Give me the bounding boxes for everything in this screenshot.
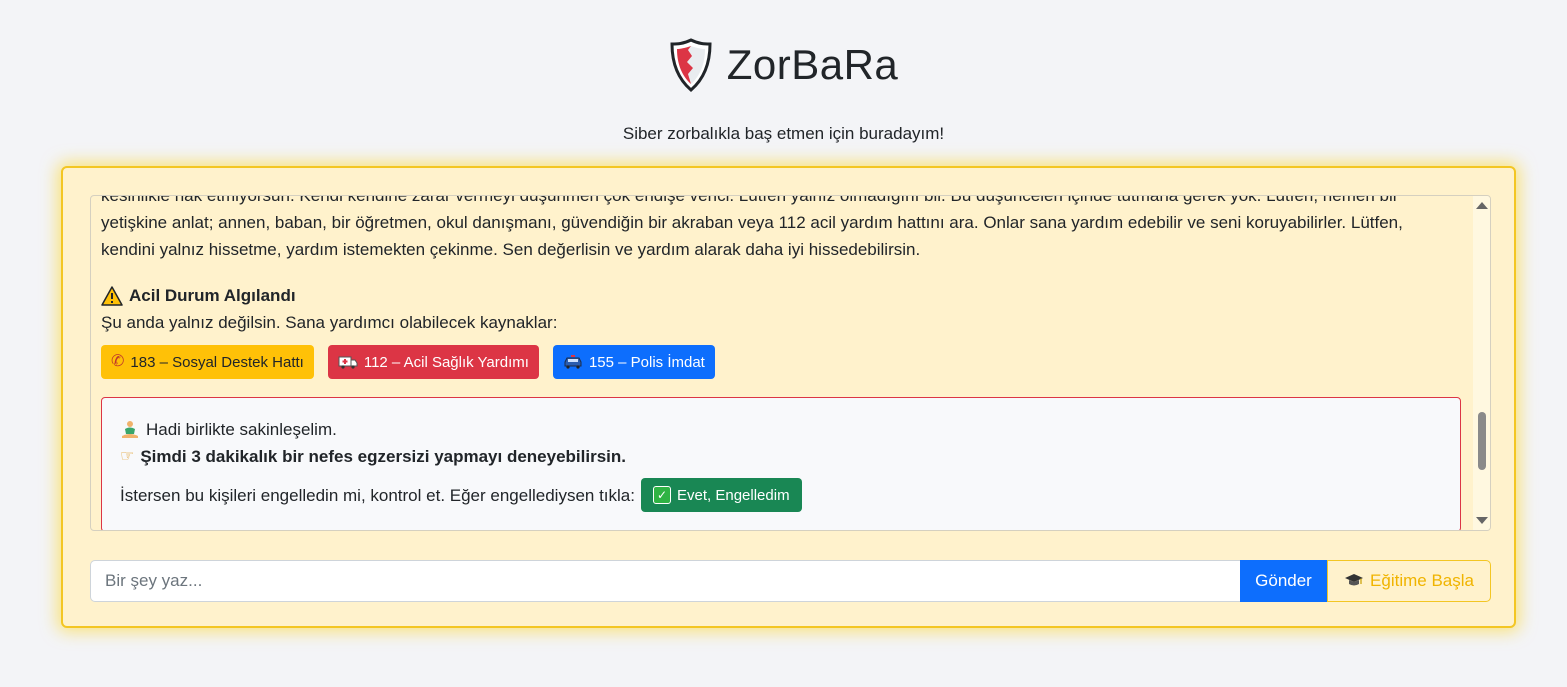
hotline-label: 112 – Acil Sağlık Yardımı bbox=[363, 353, 529, 371]
start-training-button[interactable]: Eğitime Başla bbox=[1327, 560, 1491, 602]
chat-messages[interactable]: kesinlikle hak etmiyorsun. Kendi kendine… bbox=[90, 195, 1491, 531]
message-composer: Gönder Eğitime Başla bbox=[90, 560, 1491, 602]
warning-icon bbox=[101, 285, 123, 306]
chat-scrollbar[interactable] bbox=[1473, 196, 1490, 530]
app-header: ZorBaRa bbox=[0, 38, 1567, 92]
emergency-alert-title: Acil Durum Algılandı bbox=[101, 282, 1465, 309]
confirm-blocked-button[interactable]: ✓ Evet, Engelledim bbox=[641, 478, 802, 512]
hotline-label: 183 – Sosyal Destek Hattı bbox=[130, 353, 304, 371]
message-text-line: kesinlikle hak etmiyorsun. Kendi kendine… bbox=[101, 195, 1399, 205]
calm-down-card: Hadi birlikte sakinleşelim. ☞ Şimdi 3 da… bbox=[101, 397, 1461, 530]
calm-intro: Hadi birlikte sakinleşelim. bbox=[120, 416, 1442, 443]
calm-line2-text: Şimdi 3 dakikalık bir nefes egzersizi ya… bbox=[140, 447, 626, 466]
resources-intro: Şu anda yalnız değilsin. Sana yardımcı o… bbox=[101, 313, 558, 332]
hotline-183-button[interactable]: ✆ 183 – Sosyal Destek Hattı bbox=[101, 345, 314, 379]
block-prompt-text: İstersen bu kişileri engelledin mi, kont… bbox=[120, 485, 635, 505]
breathing-suggestion: ☞ Şimdi 3 dakikalık bir nefes egzersizi … bbox=[120, 443, 1442, 470]
chat-panel: kesinlikle hak etmiyorsun. Kendi kendine… bbox=[61, 166, 1516, 628]
graduation-cap-icon bbox=[1345, 574, 1364, 586]
confirm-blocked-label: Evet, Engelledim bbox=[677, 486, 790, 504]
calm-line1-text: Hadi birlikte sakinleşelim. bbox=[146, 420, 337, 439]
send-button[interactable]: Gönder bbox=[1240, 560, 1327, 602]
message-text-line: kendini yalnız hissetme, yardım istemekt… bbox=[101, 240, 921, 259]
hotline-112-button[interactable]: 112 – Acil Sağlık Yardımı bbox=[327, 345, 539, 379]
app-title: ZorBaRa bbox=[726, 41, 899, 88]
message-input[interactable] bbox=[90, 560, 1240, 602]
scroll-up-arrow-icon[interactable] bbox=[1476, 202, 1488, 209]
ambulance-icon bbox=[338, 356, 358, 369]
bot-message: kesinlikle hak etmiyorsun. Kendi kendine… bbox=[101, 195, 1465, 530]
message-text-line: yetişkine anlat; annen, baban, bir öğret… bbox=[101, 213, 1403, 232]
shield-icon bbox=[670, 38, 712, 92]
start-training-label: Eğitime Başla bbox=[1370, 571, 1474, 590]
emergency-title-text: Acil Durum Algılandı bbox=[129, 286, 296, 305]
app-subtitle: Siber zorbalıkla baş etmen için buradayı… bbox=[622, 124, 945, 143]
scrollbar-thumb[interactable] bbox=[1478, 412, 1486, 470]
hotline-155-button[interactable]: 155 – Polis İmdat bbox=[552, 345, 715, 379]
scroll-down-arrow-icon[interactable] bbox=[1476, 517, 1488, 524]
block-check: İstersen bu kişileri engelledin mi, kont… bbox=[120, 478, 1442, 512]
police-car-icon bbox=[564, 355, 582, 369]
phone-icon: ✆ bbox=[111, 353, 125, 370]
meditation-icon bbox=[122, 420, 138, 438]
hotline-buttons: ✆ 183 – Sosyal Destek Hattı 112 – Acil S… bbox=[101, 345, 1465, 379]
check-icon: ✓ bbox=[653, 486, 671, 504]
hotline-label: 155 – Polis İmdat bbox=[588, 353, 705, 371]
pointing-hand-icon: ☞ bbox=[120, 447, 135, 465]
